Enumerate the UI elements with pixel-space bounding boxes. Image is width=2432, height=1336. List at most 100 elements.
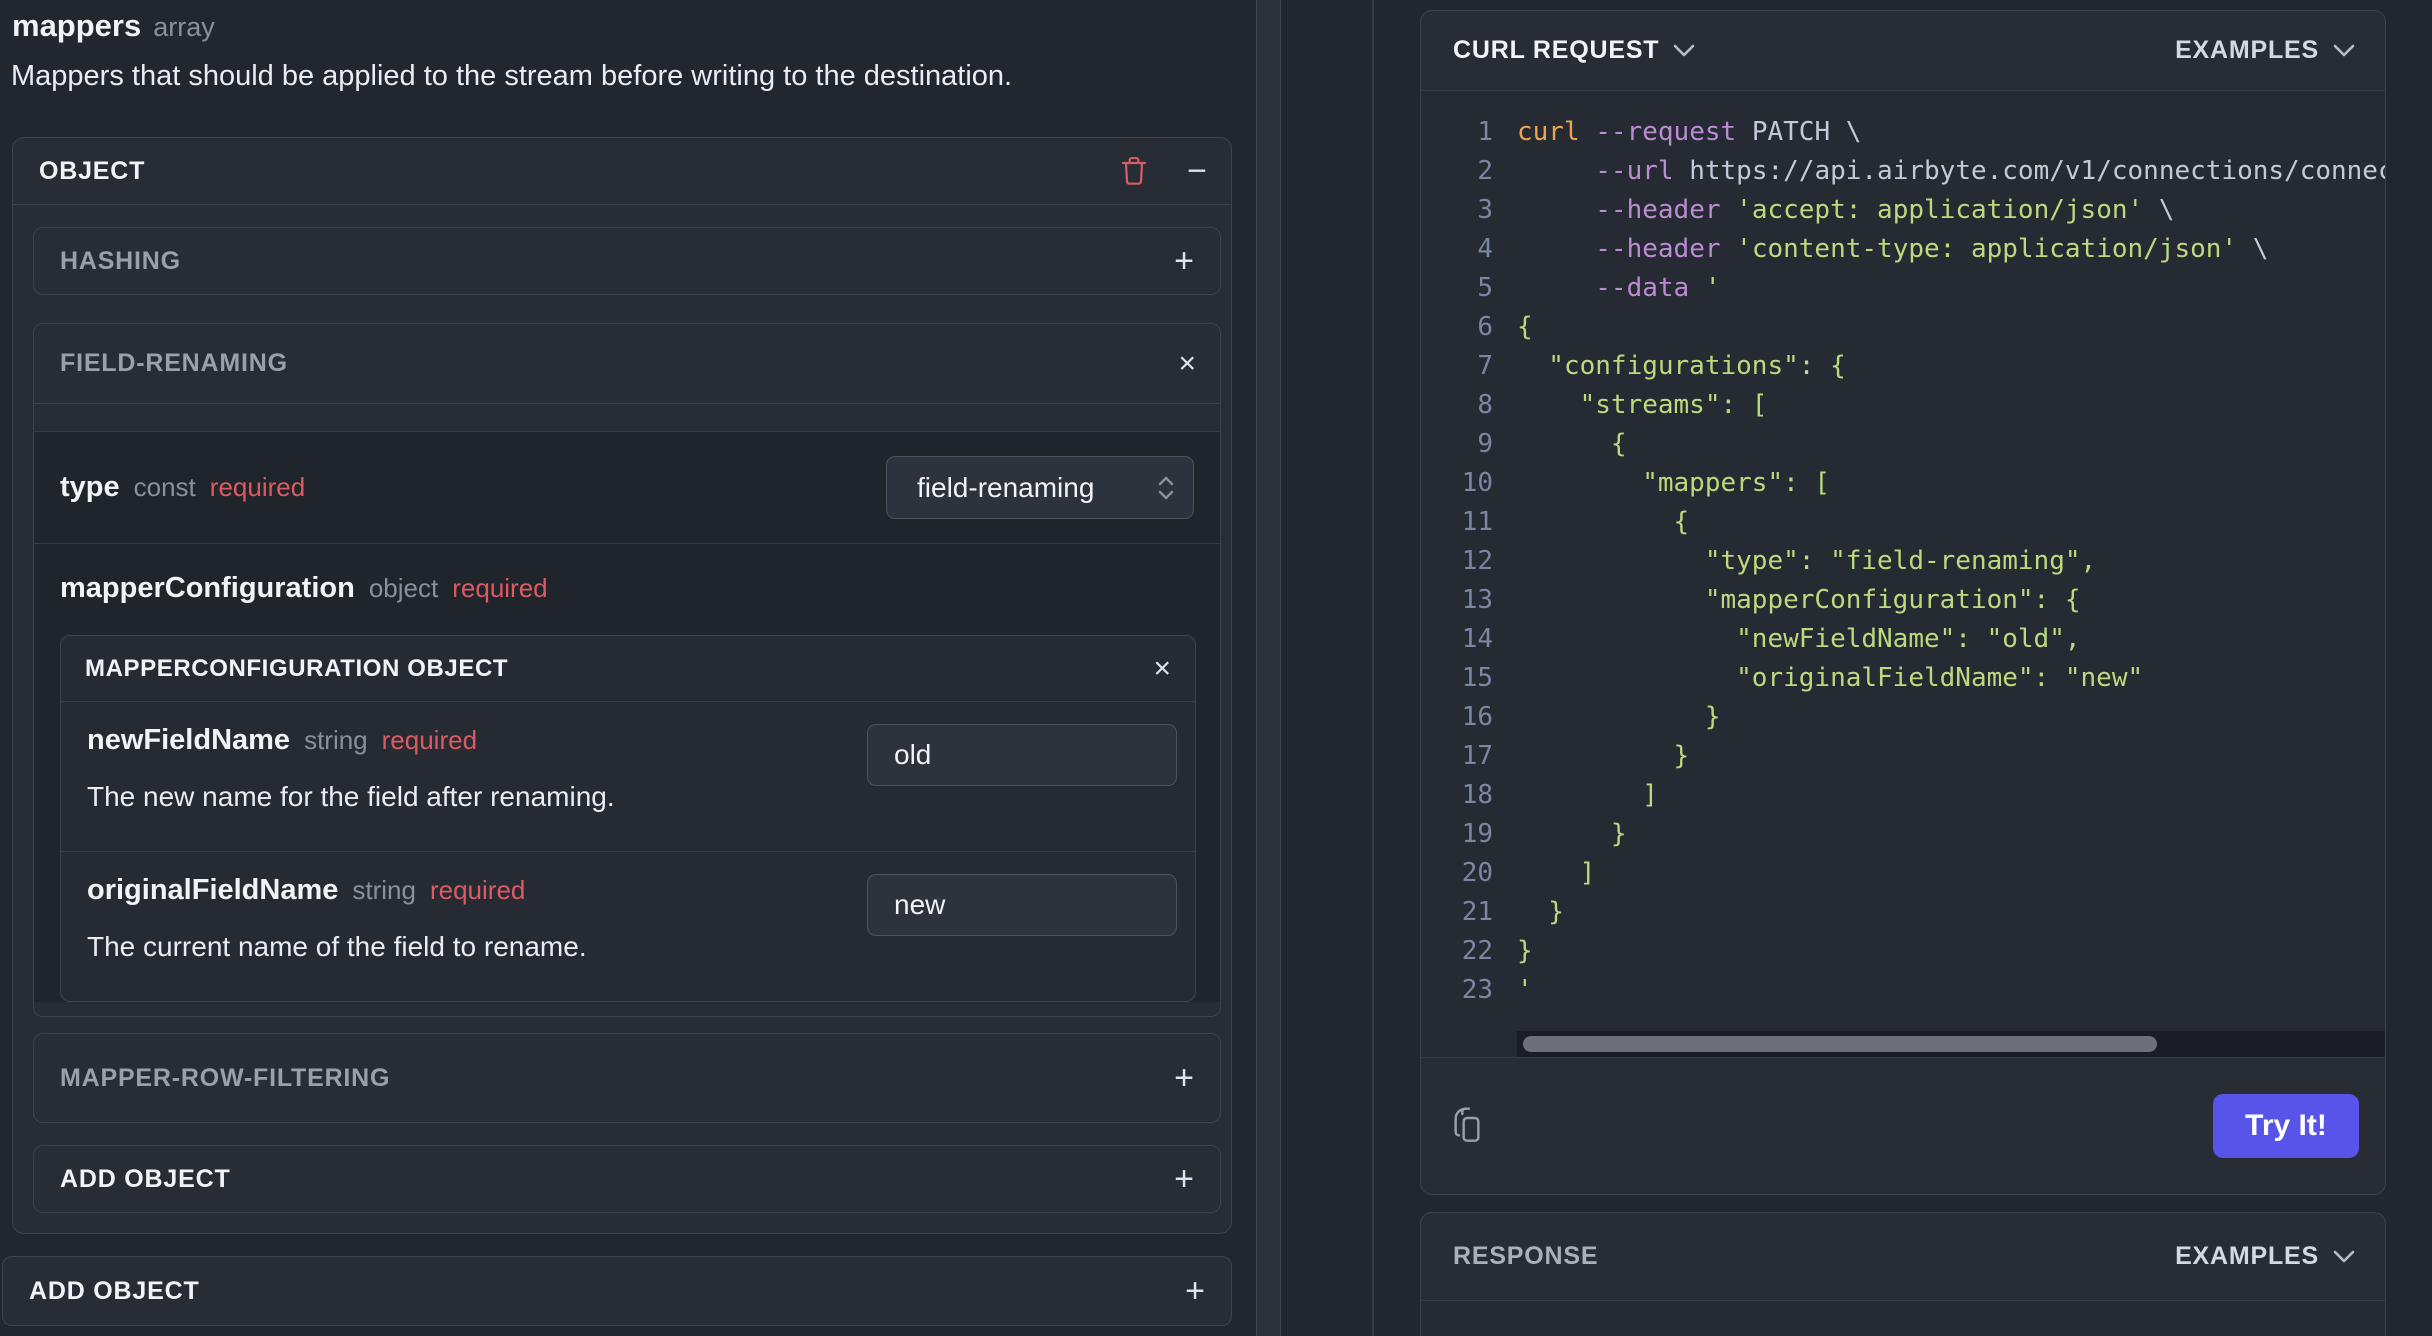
chevron-down-icon (1673, 44, 1695, 58)
code-area: 1 curl --request PATCH \ 2 --url https://a… (1421, 91, 2385, 1057)
property-kind: string (304, 725, 368, 755)
horizontal-scrollbar[interactable] (1517, 1031, 2385, 1057)
code-line: 1 curl --request PATCH \ (1477, 117, 1862, 147)
object-card-title: OBJECT (39, 156, 146, 185)
type-select-value: field-renaming (917, 471, 1095, 503)
mapper-configuration-panel-header: MAPPERCONFIGURATION OBJECT × (61, 636, 1195, 702)
field-heading: mappers array (12, 8, 1244, 44)
add-object-label: ADD OBJECT (29, 1276, 200, 1305)
add-object-row[interactable]: ADD OBJECT + (33, 1145, 1221, 1213)
object-card-header: OBJECT − (13, 138, 1231, 205)
field-description: Mappers that should be applied to the st… (11, 60, 1013, 92)
new-field-name-input[interactable] (867, 724, 1177, 786)
response-title: RESPONSE (1453, 1242, 1599, 1270)
mapper-configuration-panel: MAPPERCONFIGURATION OBJECT × newFieldNam… (60, 635, 1196, 1002)
code-line: 13 "mapperConfiguration": { (1461, 585, 2081, 615)
code-line: 6{ (1477, 312, 1533, 342)
code-line: 19 } (1461, 819, 1627, 849)
code-line: 2 --url https://api.airbyte.com/v1/conne… (1477, 156, 2385, 186)
delete-object-button[interactable] (1119, 155, 1149, 187)
examples-label: EXAMPLES (2175, 1242, 2319, 1270)
add-object-row-outer[interactable]: ADD OBJECT + (2, 1256, 1232, 1326)
property-kind: object (368, 573, 439, 603)
property-kind: const (133, 472, 196, 502)
code-line: 18 ] (1461, 780, 1658, 810)
add-object-label: ADD OBJECT (60, 1164, 231, 1193)
curl-request-dropdown[interactable]: CURL REQUEST (1453, 36, 1695, 65)
code-line: 7 "configurations": { (1477, 351, 1846, 381)
code-line: 8 "streams": [ (1477, 390, 1768, 420)
curl-request-title: CURL REQUEST (1453, 36, 1660, 64)
request-examples-dropdown[interactable]: EXAMPLES (2175, 36, 2355, 65)
code-line: 17 } (1461, 741, 1690, 771)
plus-icon[interactable]: + (1174, 244, 1194, 278)
api-docs-screen: mappers array Mappers that should be app… (0, 0, 2432, 1336)
response-panel-header: RESPONSE EXAMPLES (1421, 1213, 2385, 1301)
chevron-down-icon (2333, 1250, 2355, 1264)
code-line: 12 "type": "field-renaming", (1461, 546, 2097, 576)
property-required-badge: required (381, 725, 478, 755)
new-field-name-row: newFieldName string required The new nam… (61, 702, 1195, 851)
copy-icon (1451, 1106, 1487, 1146)
type-select[interactable]: field-renaming (886, 456, 1194, 519)
trash-icon (1119, 155, 1149, 187)
code-line: 21 } (1461, 897, 1564, 927)
property-required-badge: required (452, 573, 548, 603)
code-line: 4 --header 'content-type: application/js… (1477, 234, 2269, 264)
field-renaming-section: FIELD-RENAMING × type const required fie… (33, 323, 1221, 1017)
field-renaming-title: FIELD-RENAMING (60, 349, 288, 377)
try-it-button[interactable]: Try It! (2213, 1094, 2359, 1158)
code-line: 23 ' (1461, 975, 1533, 1005)
vertical-scrollbar[interactable] (1256, 0, 1281, 1336)
mapper-configuration-row: mapperConfiguration object required (34, 544, 1220, 605)
code-line: 5 --data ' (1477, 273, 1721, 303)
response-examples-dropdown[interactable]: EXAMPLES (2175, 1242, 2355, 1271)
plus-icon[interactable]: + (1174, 1162, 1194, 1196)
response-panel-body (1421, 1301, 2385, 1336)
mapper-row-filtering-title: MAPPER-ROW-FILTERING (60, 1063, 391, 1092)
code-line: 16 } (1461, 702, 1721, 732)
mappers-object-card: OBJECT − HASHING + FIELD-RENAMING × type… (12, 137, 1232, 1234)
mapper-configuration-close-button[interactable]: × (1153, 653, 1171, 684)
code-line: 22} (1461, 936, 1533, 966)
minus-icon: − (1187, 152, 1207, 190)
field-type-badge: array (153, 12, 215, 42)
curl-request-panel: CURL REQUEST EXAMPLES 1 curl --request PA… (1420, 10, 2386, 1195)
field-renaming-header: FIELD-RENAMING × (34, 324, 1220, 404)
type-property-labels: type const required (60, 471, 305, 504)
copy-code-button[interactable] (1451, 1106, 1487, 1146)
property-required-badge: required (209, 472, 306, 502)
hashing-title: HASHING (60, 246, 181, 275)
original-field-name-row: originalFieldName string required The cu… (61, 851, 1195, 1001)
collapse-object-button[interactable]: − (1187, 154, 1207, 188)
object-card-actions: − (1119, 154, 1207, 188)
mapper-configuration-panel-title: MAPPERCONFIGURATION OBJECT (85, 654, 509, 682)
code-lines: 1 curl --request PATCH \ 2 --url https://a… (1421, 91, 2385, 1010)
type-property-row: type const required field-renaming (34, 432, 1220, 544)
code-line: 20 ] (1461, 858, 1596, 888)
field-renaming-body: type const required field-renaming mappe… (34, 431, 1220, 1002)
field-renaming-close-button[interactable]: × (1178, 346, 1196, 380)
hashing-section-row[interactable]: HASHING + (33, 227, 1221, 295)
horizontal-scrollbar-thumb[interactable] (1523, 1036, 2157, 1052)
code-line: 11 { (1461, 507, 1690, 537)
code-line: 3 --header 'accept: application/json' \ (1477, 195, 2175, 225)
code-line: 14 "newFieldName": "old", (1461, 624, 2081, 654)
code-sample-column: CURL REQUEST EXAMPLES 1 curl --request PA… (1373, 0, 2432, 1336)
property-name: type (60, 471, 120, 503)
schema-column: mappers array Mappers that should be app… (0, 0, 1244, 1336)
code-line: 10 "mappers": [ (1461, 468, 1831, 498)
plus-icon[interactable]: + (1174, 1061, 1194, 1095)
property-name: originalFieldName (87, 874, 339, 906)
examples-label: EXAMPLES (2175, 36, 2319, 64)
original-field-name-input[interactable] (867, 874, 1177, 936)
property-required-badge: required (429, 875, 526, 905)
field-name: mappers (12, 8, 142, 43)
response-panel: RESPONSE EXAMPLES (1420, 1212, 2386, 1336)
plus-icon[interactable]: + (1185, 1274, 1205, 1308)
code-line: 15 "originalFieldName": "new" (1461, 663, 2144, 693)
property-name: mapperConfiguration (60, 572, 355, 604)
mapper-row-filtering-section-row[interactable]: MAPPER-ROW-FILTERING + (33, 1033, 1221, 1123)
curl-panel-footer: Try It! (1421, 1057, 2385, 1194)
close-icon: × (1178, 346, 1196, 380)
